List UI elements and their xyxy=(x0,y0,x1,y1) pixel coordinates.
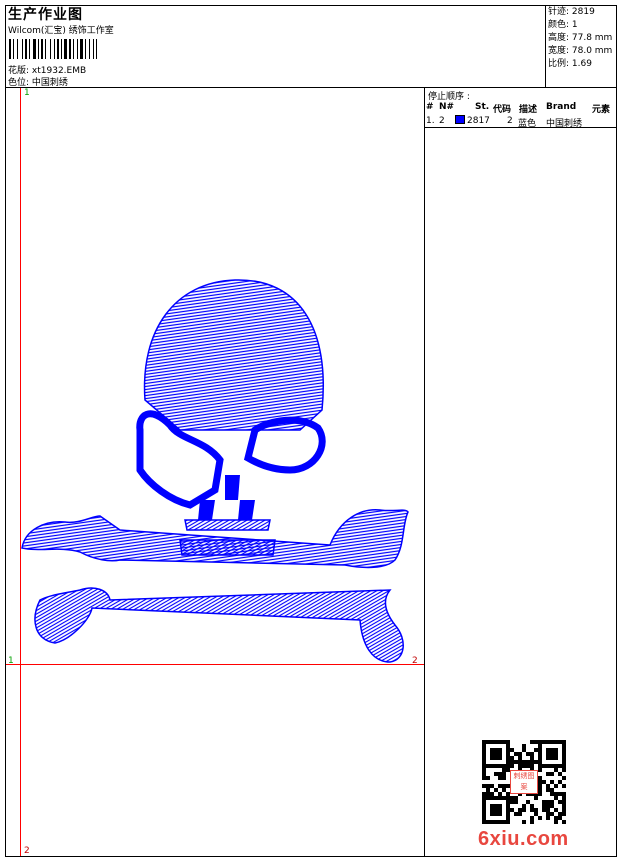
crossbone-right-to-left xyxy=(21,509,409,569)
embroidery-design xyxy=(21,279,409,663)
skull xyxy=(136,279,326,556)
site-watermark: 6xiu.com xyxy=(478,828,569,850)
crossbone-left-to-right xyxy=(34,587,404,663)
qr-stamp: 刺绣图案 xyxy=(510,770,538,794)
